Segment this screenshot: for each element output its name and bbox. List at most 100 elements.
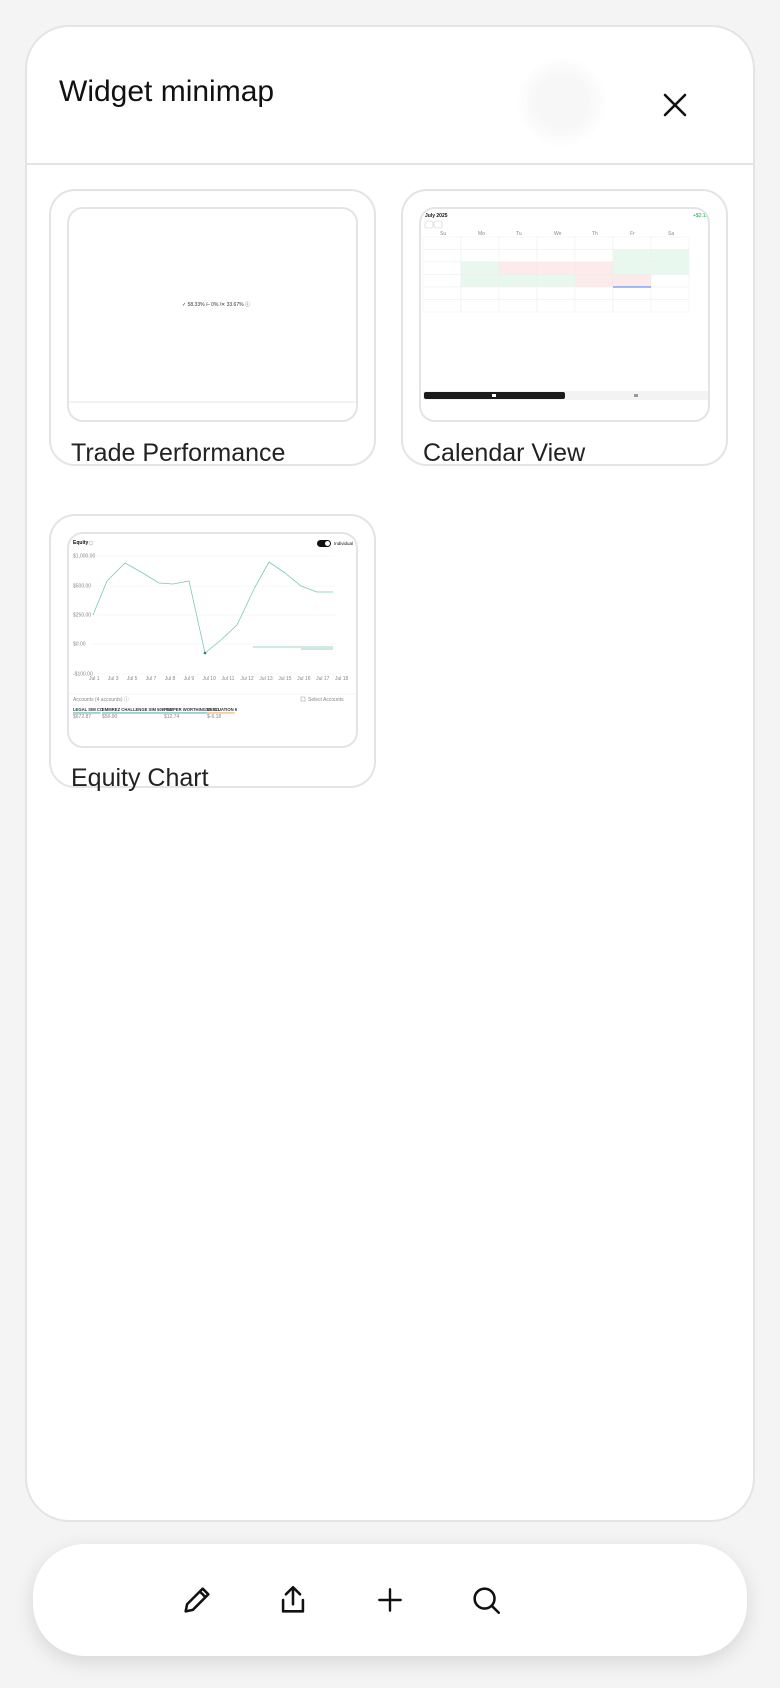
calendar-day-cell[interactable]: [612, 286, 652, 300]
equity-x-tick: Jul 18: [335, 676, 349, 682]
calendar-total: +$2.1k: [693, 213, 709, 219]
calendar-day-cell[interactable]: [650, 299, 690, 313]
share-button[interactable]: [269, 1576, 317, 1624]
equity-y-tick: $0.00: [73, 642, 86, 648]
calendar-day-cell[interactable]: [536, 261, 576, 275]
widget-label: Trade Performance: [71, 439, 286, 467]
calendar-day-cell[interactable]: [612, 261, 652, 275]
account-name[interactable]: EVALUATION 6: [207, 707, 238, 712]
calendar-weekday: We: [554, 231, 562, 237]
calendar-day-cell[interactable]: [498, 274, 538, 288]
account-value: $672.87: [73, 714, 91, 720]
close-button[interactable]: [657, 87, 693, 123]
add-widget-button[interactable]: [366, 1576, 414, 1624]
calendar-day-cell[interactable]: [650, 274, 690, 288]
calendar-weekday: Fr: [630, 231, 635, 237]
widget-minimap-modal: Widget minimap ✓ 58.33% / – 0% / ✕ 33.67…: [25, 25, 755, 1522]
close-icon: [663, 93, 687, 117]
calendar-weekday: Th: [592, 231, 598, 237]
calendar-day-cell[interactable]: [536, 249, 576, 263]
calendar-day-cell[interactable]: [612, 274, 652, 288]
equity-x-tick: Jul 17: [316, 676, 330, 682]
account-name[interactable]: EMMREZ CHALLENGE SIM 50K CO: [102, 707, 173, 712]
calendar-day-cell[interactable]: [612, 299, 652, 313]
trade-performance-left-value: ✓ 58.33% /: [182, 302, 208, 308]
modal-title: Widget minimap: [59, 75, 275, 108]
equity-x-tick: Jul 8: [165, 676, 176, 682]
calendar-day-cell[interactable]: [460, 299, 500, 313]
share-icon: [281, 1585, 305, 1613]
ghost-button-shadow: [517, 57, 607, 147]
calendar-list-view-toggle[interactable]: [634, 394, 638, 397]
calendar-day-cell[interactable]: [536, 286, 576, 300]
pencil-icon: [184, 1587, 210, 1613]
calendar-day-cell[interactable]: [460, 286, 500, 300]
calendar-day-cell[interactable]: [650, 249, 690, 263]
calendar-day-cell[interactable]: [536, 236, 576, 250]
equity-x-tick: Jul 13: [259, 676, 273, 682]
calendar-day-cell[interactable]: [574, 249, 614, 263]
search-button[interactable]: [462, 1576, 510, 1624]
trade-performance-right-value: ✕ 33.67% ⓘ: [221, 301, 250, 308]
equity-line: [92, 561, 333, 654]
equity-x-tick: Jul 12: [240, 676, 254, 682]
calendar-day-cell[interactable]: [574, 299, 614, 313]
calendar-weekday: Mo: [478, 231, 485, 237]
calendar-day-cell[interactable]: [498, 261, 538, 275]
calendar-day-cell[interactable]: [574, 261, 614, 275]
accounts-label: Accounts (4 accounts) ⓘ: [73, 696, 129, 703]
account-value: $56.90: [102, 714, 118, 720]
calendar-day-cell[interactable]: [650, 286, 690, 300]
calendar-day-cell[interactable]: [536, 299, 576, 313]
calendar-day-cell[interactable]: [460, 261, 500, 275]
trade-performance-mid-value: – 0% /: [207, 302, 222, 308]
widget-card-trade-performance[interactable]: ✓ 58.33% / – 0% / ✕ 33.67% ⓘ Trade Perfo…: [49, 189, 376, 467]
widget-card-calendar-view[interactable]: July 2025 +$2.1k Su Mo Tu We Th Fr Sa Calendar…: [401, 189, 728, 467]
plus-icon: [378, 1588, 402, 1612]
calendar-weekday: Sa: [668, 231, 674, 237]
calendar-day-cell[interactable]: [422, 249, 462, 263]
equity-x-tick: Jul 11: [221, 676, 234, 682]
calendar-day-cell[interactable]: [574, 286, 614, 300]
calendar-day-cell[interactable]: [460, 236, 500, 250]
toggle-label: Individual: [334, 541, 353, 546]
widget-label: Calendar View: [423, 439, 586, 467]
widget-card-equity-chart[interactable]: Equity Individual $1,000.00 $500.00 $250.0…: [49, 514, 376, 792]
calendar-day-cell[interactable]: [498, 299, 538, 313]
equity-x-tick: Jul 15: [278, 676, 292, 682]
calendar-day-cell[interactable]: [460, 249, 500, 263]
calendar-month: July 2025: [425, 213, 448, 219]
calendar-day-cell[interactable]: [574, 274, 614, 288]
equity-y-tick: $500.00: [73, 584, 91, 590]
trade-performance-preview: ✓ 58.33% / – 0% / ✕ 33.67% ⓘ: [67, 207, 358, 422]
calendar-day-cell[interactable]: [422, 261, 462, 275]
equity-x-tick: Jul 9: [184, 676, 195, 682]
calendar-day-cell[interactable]: [498, 236, 538, 250]
equity-x-tick: Jul 5: [127, 676, 138, 682]
calendar-day-cell[interactable]: [650, 236, 690, 250]
calendar-view-preview: July 2025 +$2.1k Su Mo Tu We Th Fr Sa: [419, 207, 710, 422]
edit-button[interactable]: [173, 1576, 221, 1624]
calendar-day-cell[interactable]: [650, 261, 690, 275]
account-value: $-6.18: [207, 714, 221, 720]
calendar-day-cell[interactable]: [536, 274, 576, 288]
calendar-day-cell[interactable]: [574, 236, 614, 250]
bottom-dock: [33, 1544, 747, 1656]
calendar-day-cell[interactable]: [422, 274, 462, 288]
calendar-day-cell[interactable]: [422, 286, 462, 300]
equity-x-tick: Jul 1: [89, 676, 100, 682]
search-icon: [473, 1587, 501, 1615]
equity-title: Equity: [73, 540, 88, 546]
calendar-day-cell[interactable]: [498, 286, 538, 300]
calendar-day-cell[interactable]: [612, 236, 652, 250]
account-name[interactable]: LEGAL SIM CO: [73, 707, 104, 712]
calendar-day-cell[interactable]: [612, 249, 652, 263]
calendar-day-cell[interactable]: [460, 274, 500, 288]
widget-label: Equity Chart: [71, 764, 209, 792]
calendar-day-cell[interactable]: [498, 249, 538, 263]
equity-y-tick: $1,000.00: [73, 554, 95, 560]
calendar-today-marker: [613, 286, 651, 288]
select-accounts-button[interactable]: Select Accounts: [308, 697, 344, 703]
calendar-day-cell[interactable]: [422, 299, 462, 313]
calendar-day-cell[interactable]: [422, 236, 462, 250]
